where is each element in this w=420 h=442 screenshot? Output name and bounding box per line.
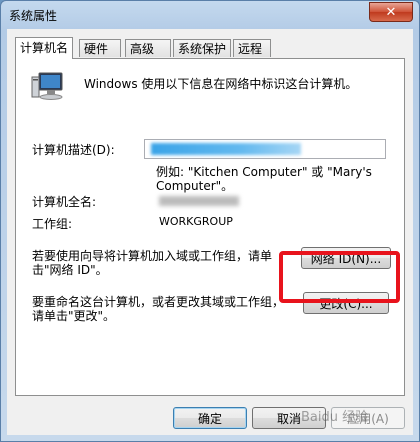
highlight-annotation (279, 251, 400, 303)
tab-advanced[interactable]: 高级 (125, 39, 171, 57)
dialog-client-area: 计算机名 硬件 高级 系统保护 远程 Windows 使用以下信息在网络中标识这… (7, 29, 413, 435)
tab-remote[interactable]: 远程 (233, 39, 271, 57)
workgroup-value: WORKGROUP (159, 215, 233, 228)
description-example-2: Computer"。 (156, 179, 234, 193)
computer-icon (31, 72, 63, 100)
close-button[interactable]: ✕ (369, 2, 413, 22)
window-title: 系统属性 (9, 9, 58, 23)
system-properties-window: 系统属性 ✕ 计算机名 硬件 高级 系统保护 远程 Windows 使用以下信息… (0, 0, 420, 442)
network-id-text-2: 击"网络 ID"。 (32, 263, 108, 277)
tab-computer-name[interactable]: 计算机名 (15, 37, 73, 59)
watermark: Baidu 经验 (301, 410, 369, 425)
ok-button[interactable]: 确定 (173, 407, 247, 429)
description-input[interactable] (144, 139, 386, 159)
intro-text: Windows 使用以下信息在网络中标识这台计算机。 (84, 77, 358, 91)
full-name-label: 计算机全名: (32, 195, 97, 209)
rename-text-2: 请单击"更改"。 (32, 309, 116, 323)
tab-hardware[interactable]: 硬件 (79, 39, 121, 57)
description-label: 计算机描述(D): (32, 143, 115, 157)
workgroup-label: 工作组: (32, 217, 73, 231)
tab-system-protection[interactable]: 系统保护 (173, 39, 231, 57)
title-bar[interactable]: 系统属性 ✕ (1, 1, 419, 29)
full-name-value-redacted (159, 196, 239, 206)
computer-name-panel: Windows 使用以下信息在网络中标识这台计算机。 计算机描述(D): 例如:… (15, 58, 405, 396)
close-icon: ✕ (385, 4, 397, 20)
description-value-redacted (151, 143, 301, 155)
